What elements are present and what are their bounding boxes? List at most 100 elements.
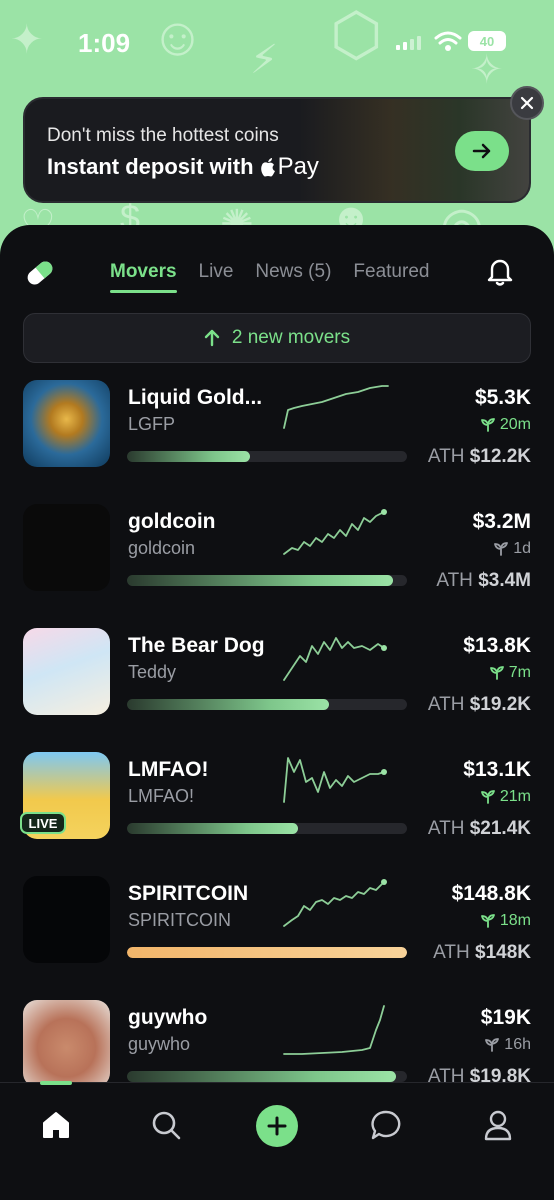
coin-ath: ATH $19.2K [428, 694, 531, 716]
pill-icon[interactable] [22, 255, 58, 291]
nav-profile[interactable] [480, 1107, 516, 1143]
coin-row[interactable]: The Bear Dog Teddy $13.8K 7m ATH $19.2K [0, 628, 554, 752]
coin-ticker: goldcoin [128, 538, 196, 558]
coin-price: $5.3K [474, 386, 531, 409]
arrow-right-icon [472, 143, 491, 159]
coin-age-text: 21m [499, 788, 531, 805]
coin-row[interactable]: SPIRITCOIN SPIRITCOIN $148.8K 18m ATH $1… [0, 876, 554, 1000]
coin-ticker: LGFP [128, 414, 176, 434]
banner-title: Instant deposit with Pay [47, 153, 319, 181]
coin-name: guywho [128, 1006, 208, 1029]
coin-thumbnail [23, 628, 110, 715]
coin-age: 1d [494, 540, 531, 558]
coin-age: 21m [480, 788, 531, 806]
sprout-icon [489, 666, 504, 680]
tab-news[interactable]: News (5) [255, 261, 331, 293]
coin-age: 18m [480, 912, 531, 930]
nav-create-button[interactable] [256, 1105, 298, 1147]
live-badge: LIVE [20, 812, 66, 834]
coin-name: The Bear Dog [128, 634, 265, 657]
ath-progress-bar [127, 575, 407, 586]
coin-age: 20m [480, 416, 531, 434]
coin-age-text: 7m [508, 664, 531, 681]
new-movers-button[interactable]: 2 new movers [23, 313, 531, 363]
coin-price: $19K [480, 1006, 531, 1029]
coin-price: $13.8K [463, 634, 531, 657]
price-sparkline [283, 509, 387, 555]
coin-ticker: guywho [128, 1034, 191, 1054]
ath-progress-fill [127, 823, 298, 834]
coin-age: 7m [489, 664, 531, 682]
profile-icon [484, 1110, 512, 1141]
sprout-icon [480, 790, 495, 804]
nav-active-indicator [40, 1081, 72, 1085]
ath-progress-bar [127, 451, 407, 462]
sprout-icon [480, 914, 495, 928]
coin-thumbnail [23, 876, 110, 963]
ath-value: $21.4K [469, 818, 531, 839]
ath-label: ATH [427, 694, 465, 715]
coin-row[interactable]: goldcoin goldcoin $3.2M 1d ATH $3.4M [0, 504, 554, 628]
coin-name: goldcoin [128, 510, 216, 533]
ath-progress-bar [127, 947, 407, 958]
coin-thumbnail [23, 504, 110, 591]
coin-ath: ATH $12.2K [428, 446, 531, 468]
coin-thumbnail [23, 380, 110, 467]
main-sheet: Movers Live News (5) Featured 2 new move… [0, 225, 554, 1200]
ath-progress-fill [127, 575, 393, 586]
close-icon [520, 96, 534, 110]
banner-close-button[interactable] [510, 86, 544, 120]
nav-home[interactable] [38, 1107, 74, 1143]
banner-subtitle: Don't miss the hottest coins [47, 125, 279, 146]
nav-search[interactable] [148, 1107, 184, 1143]
search-icon [152, 1111, 181, 1140]
apple-icon [260, 158, 275, 177]
coin-thumbnail [23, 1000, 110, 1087]
coin-price: $148.8K [451, 882, 531, 905]
new-movers-label: 2 new movers [231, 327, 351, 348]
coin-ticker: Teddy [128, 662, 177, 682]
coin-row[interactable]: Liquid Gold... LGFP $5.3K 20m ATH $12.2K [0, 380, 554, 504]
thumbnail-logo-text [23, 876, 110, 963]
price-sparkline [283, 879, 387, 927]
tab-live[interactable]: Live [199, 261, 234, 293]
ath-progress-bar [127, 823, 407, 834]
wifi-icon [434, 31, 462, 51]
sprout-icon [480, 418, 495, 432]
coin-age-text: 18m [499, 912, 531, 929]
coin-age-text: 20m [499, 416, 531, 433]
ath-value: $19.2K [469, 694, 531, 715]
signal-icon [396, 34, 421, 50]
home-icon [43, 1112, 69, 1138]
price-sparkline [283, 637, 387, 681]
ath-value: $12.2K [469, 446, 531, 467]
ath-value: $3.4M [478, 570, 531, 591]
ath-progress-fill [127, 451, 251, 462]
ath-progress-bar [127, 699, 407, 710]
coin-ath: ATH $3.4M [436, 570, 531, 592]
banner-arrow-button[interactable] [455, 131, 509, 171]
price-sparkline [283, 1005, 385, 1055]
apple-pay-logo: Pay [260, 153, 319, 181]
ath-label: ATH [427, 446, 465, 467]
battery-icon: 40 [468, 31, 506, 51]
thumbnail-logo-text [23, 504, 110, 591]
coin-ticker: SPIRITCOIN [128, 910, 232, 930]
coin-row[interactable]: LIVE LMFAO! LMFAO! $13.1K 21m ATH $21.4K [0, 752, 554, 876]
nav-chat[interactable] [368, 1107, 404, 1143]
status-time: 1:09 [78, 28, 131, 58]
sprout-icon [494, 542, 509, 556]
arrow-up-icon [204, 329, 220, 347]
coin-price: $13.1K [463, 758, 531, 781]
tab-featured[interactable]: Featured [353, 261, 429, 293]
bottom-nav [0, 1081, 554, 1200]
ath-label: ATH [436, 570, 473, 591]
coin-age-text: 1d [513, 540, 531, 557]
tab-movers[interactable]: Movers [110, 261, 177, 293]
status-bar: 1:09 40 [0, 0, 554, 80]
promo-banner[interactable]: Don't miss the hottest coins Instant dep… [23, 97, 531, 203]
ath-label: ATH [427, 818, 465, 839]
chat-icon [371, 1110, 401, 1140]
tab-bar: Movers Live News (5) Featured [110, 261, 451, 293]
bell-icon[interactable] [486, 257, 514, 287]
